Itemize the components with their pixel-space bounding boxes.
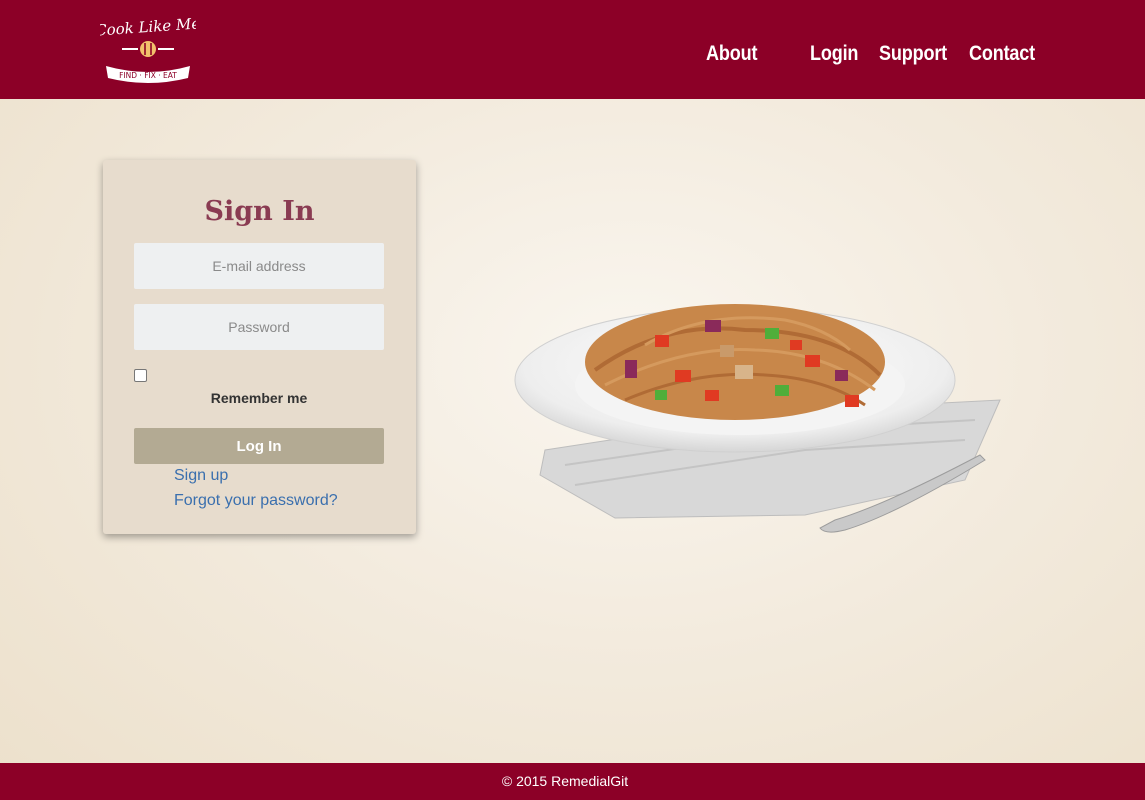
cook-like-me-logo[interactable]: Cook Like Me FIND · FIX · EAT [100, 14, 196, 86]
signin-title: Sign In [204, 196, 315, 227]
svg-text:Cook Like Me: Cook Like Me [100, 14, 196, 39]
forgot-password-link[interactable]: Forgot your password? [174, 492, 338, 510]
svg-text:FIND · FIX · EAT: FIND · FIX · EAT [119, 71, 177, 80]
login-button[interactable]: Log In [134, 428, 384, 464]
nav-support[interactable]: Support [879, 42, 947, 66]
signup-link[interactable]: Sign up [174, 467, 228, 485]
nav-contact[interactable]: Contact [969, 42, 1035, 66]
email-field[interactable] [134, 243, 384, 289]
password-field[interactable] [134, 304, 384, 350]
nav-about[interactable]: About [706, 42, 757, 66]
copyright-text: © 2015 RemedialGit [501, 773, 629, 789]
remember-me-checkbox[interactable] [134, 369, 147, 382]
nav-login[interactable]: Login [810, 42, 858, 66]
pasta-dish-image [514, 304, 1001, 533]
remember-me-label: Remember me [210, 390, 308, 406]
